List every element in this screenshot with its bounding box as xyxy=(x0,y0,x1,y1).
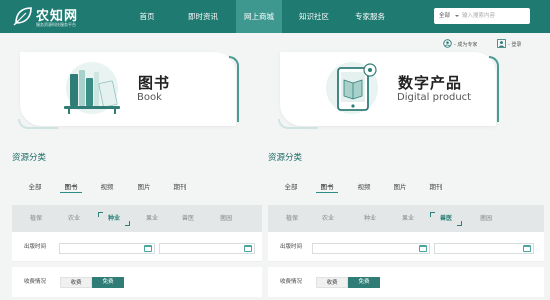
category-item[interactable]: 果业 xyxy=(136,205,168,233)
card-accent-border xyxy=(18,119,58,129)
site-logo[interactable]: 农知网 服务资源科技服务平台 xyxy=(12,4,102,30)
digital-product-card[interactable]: 数字产品 Digital product xyxy=(278,52,499,129)
nav-expert-service[interactable]: 专家服务 xyxy=(346,0,394,33)
card-accent-border xyxy=(278,119,318,129)
category-filter-bar: 植保 农业 种业 果业 兽医 菌园 xyxy=(12,205,262,233)
publish-date-label: 出版时间 xyxy=(280,244,303,250)
user-icon xyxy=(497,39,506,48)
category-item[interactable]: 植保 xyxy=(20,205,52,233)
paid-button[interactable]: 收费 xyxy=(316,277,348,288)
books-illustration-icon xyxy=(64,62,120,114)
category-item-selected[interactable]: 种业 xyxy=(98,205,130,233)
calendar-icon xyxy=(523,245,531,252)
tab-videos[interactable]: 视频 xyxy=(97,181,117,193)
leaf-logo-icon xyxy=(13,7,32,26)
top-header: 农知网 服务资源科技服务平台 首页 即时资讯 网上商城 知识社区 专家服务 全部 xyxy=(0,0,550,33)
category-item-selected[interactable]: 兽医 xyxy=(430,205,462,233)
nav-community[interactable]: 知识社区 xyxy=(291,0,337,33)
fee-label: 收费情况 xyxy=(24,279,47,285)
become-expert-link[interactable]: - 成为专家 xyxy=(443,39,477,51)
card-title: 数字产品 xyxy=(398,74,463,92)
date-from-input[interactable] xyxy=(59,243,155,254)
resource-category-title: 资源分类 xyxy=(268,153,303,163)
category-item[interactable]: 菌园 xyxy=(210,205,242,233)
search-input[interactable] xyxy=(462,10,526,22)
login-label: - 登录 xyxy=(508,42,522,48)
tab-journals[interactable]: 期刊 xyxy=(426,181,446,193)
date-from-input[interactable] xyxy=(312,243,430,254)
publish-date-label: 出版时间 xyxy=(24,244,47,250)
category-item[interactable]: 菌园 xyxy=(470,205,502,233)
tab-videos[interactable]: 视频 xyxy=(354,181,374,193)
publish-date-row: 出版时间 xyxy=(12,232,262,262)
resource-category-title: 资源分类 xyxy=(12,153,47,163)
nav-news[interactable]: 即时资讯 xyxy=(180,0,226,33)
category-item[interactable]: 农业 xyxy=(58,205,90,233)
card-title: 图书 xyxy=(138,74,171,92)
category-item[interactable]: 农业 xyxy=(312,205,344,233)
fee-filter-row: 收费情况 收费 免费 xyxy=(12,267,262,297)
card-subtitle: Book xyxy=(137,92,162,103)
calendar-icon xyxy=(144,245,152,252)
expert-icon xyxy=(443,39,452,48)
login-link[interactable]: - 登录 xyxy=(497,39,521,51)
nav-home[interactable]: 首页 xyxy=(129,0,165,33)
category-item[interactable]: 兽医 xyxy=(172,205,204,233)
search-scope-select[interactable]: 全部 xyxy=(439,8,450,24)
tab-books[interactable]: 图书 xyxy=(60,181,82,193)
tab-books[interactable]: 图书 xyxy=(316,181,338,193)
fee-filter-row: 收费情况 收费 免费 xyxy=(268,267,544,297)
logo-subtitle: 服务资源科技服务平台 xyxy=(36,22,76,27)
calendar-icon xyxy=(419,245,427,252)
tab-journals[interactable]: 期刊 xyxy=(170,181,190,193)
card-subtitle: Digital product xyxy=(397,92,472,103)
search-box: 全部 xyxy=(434,8,530,24)
date-to-input[interactable] xyxy=(159,243,255,254)
become-expert-label: - 成为专家 xyxy=(454,42,478,48)
category-filter-bar: 植保 农业 种业 果业 兽医 菌园 xyxy=(268,205,544,233)
card-accent-border xyxy=(229,56,239,122)
tablet-ebook-icon xyxy=(326,62,378,114)
date-to-input[interactable] xyxy=(434,243,534,254)
book-category-card[interactable]: 图书 Book xyxy=(18,52,239,129)
publish-date-row: 出版时间 xyxy=(268,232,544,262)
category-item[interactable]: 种业 xyxy=(354,205,386,233)
fee-label: 收费情况 xyxy=(280,279,303,285)
tab-all[interactable]: 全部 xyxy=(26,181,44,193)
paid-button[interactable]: 收费 xyxy=(60,277,92,288)
free-button[interactable]: 免费 xyxy=(348,277,380,288)
free-button[interactable]: 免费 xyxy=(92,277,124,288)
category-item[interactable]: 植保 xyxy=(276,205,308,233)
tab-images[interactable]: 图片 xyxy=(390,181,410,193)
category-item[interactable]: 果业 xyxy=(392,205,424,233)
tab-images[interactable]: 图片 xyxy=(134,181,154,193)
calendar-icon xyxy=(244,245,252,252)
chevron-down-icon xyxy=(455,15,459,17)
card-accent-border xyxy=(489,56,499,122)
tab-all[interactable]: 全部 xyxy=(282,181,300,193)
nav-online-store[interactable]: 网上商城 xyxy=(236,0,282,33)
